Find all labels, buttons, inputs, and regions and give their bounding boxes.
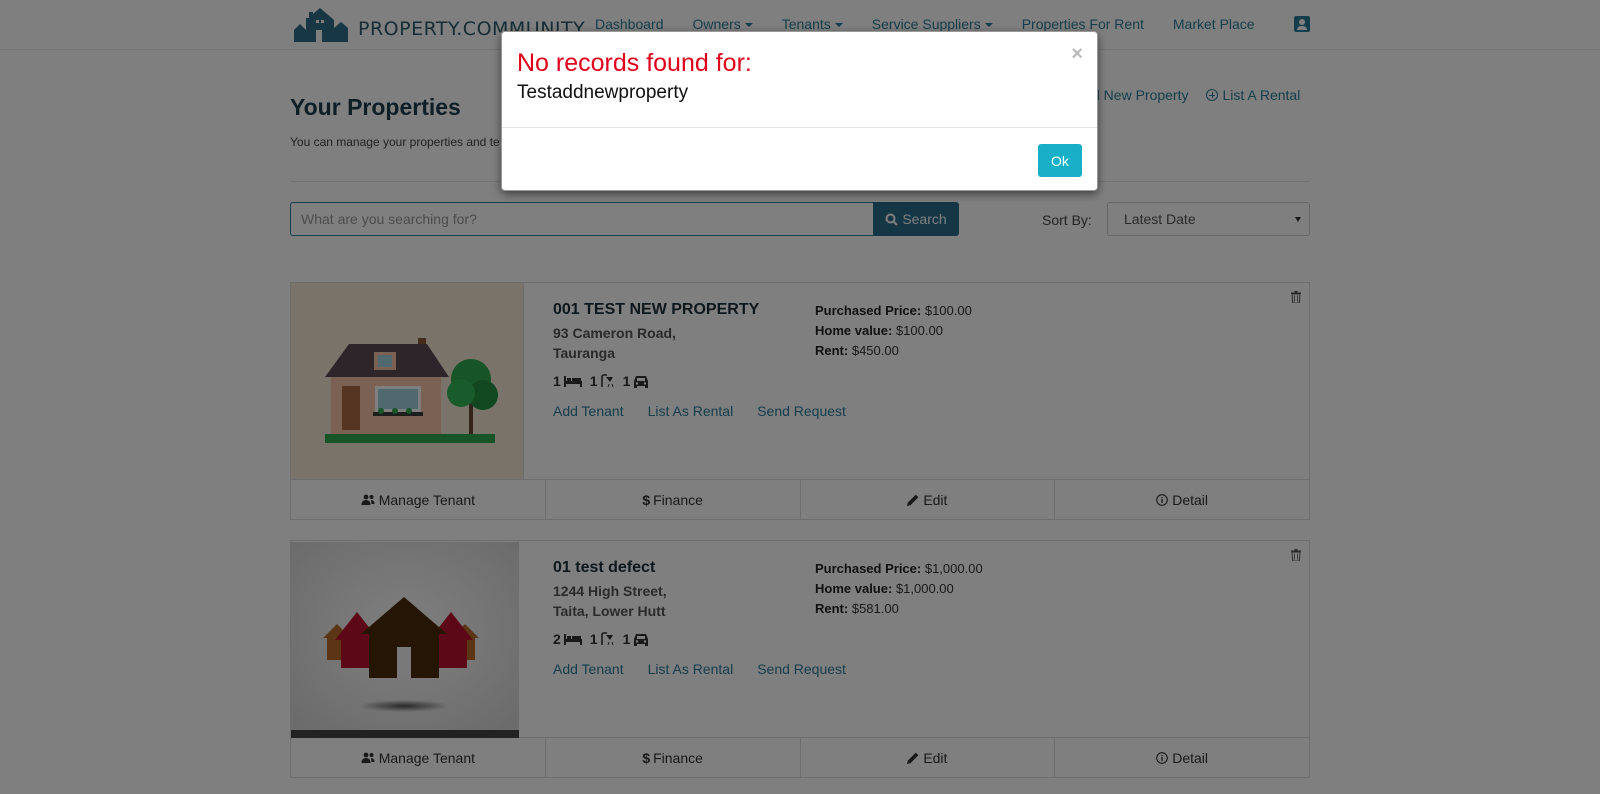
modal-header: No records found for: Testaddnewproperty… [502, 32, 1097, 128]
ok-button[interactable]: Ok [1038, 144, 1082, 177]
modal-search-query: Testaddnewproperty [517, 82, 689, 103]
modal-title: No records found for: [517, 49, 752, 77]
no-records-modal: No records found for: Testaddnewproperty… [501, 31, 1098, 191]
close-icon[interactable]: × [1071, 44, 1083, 64]
